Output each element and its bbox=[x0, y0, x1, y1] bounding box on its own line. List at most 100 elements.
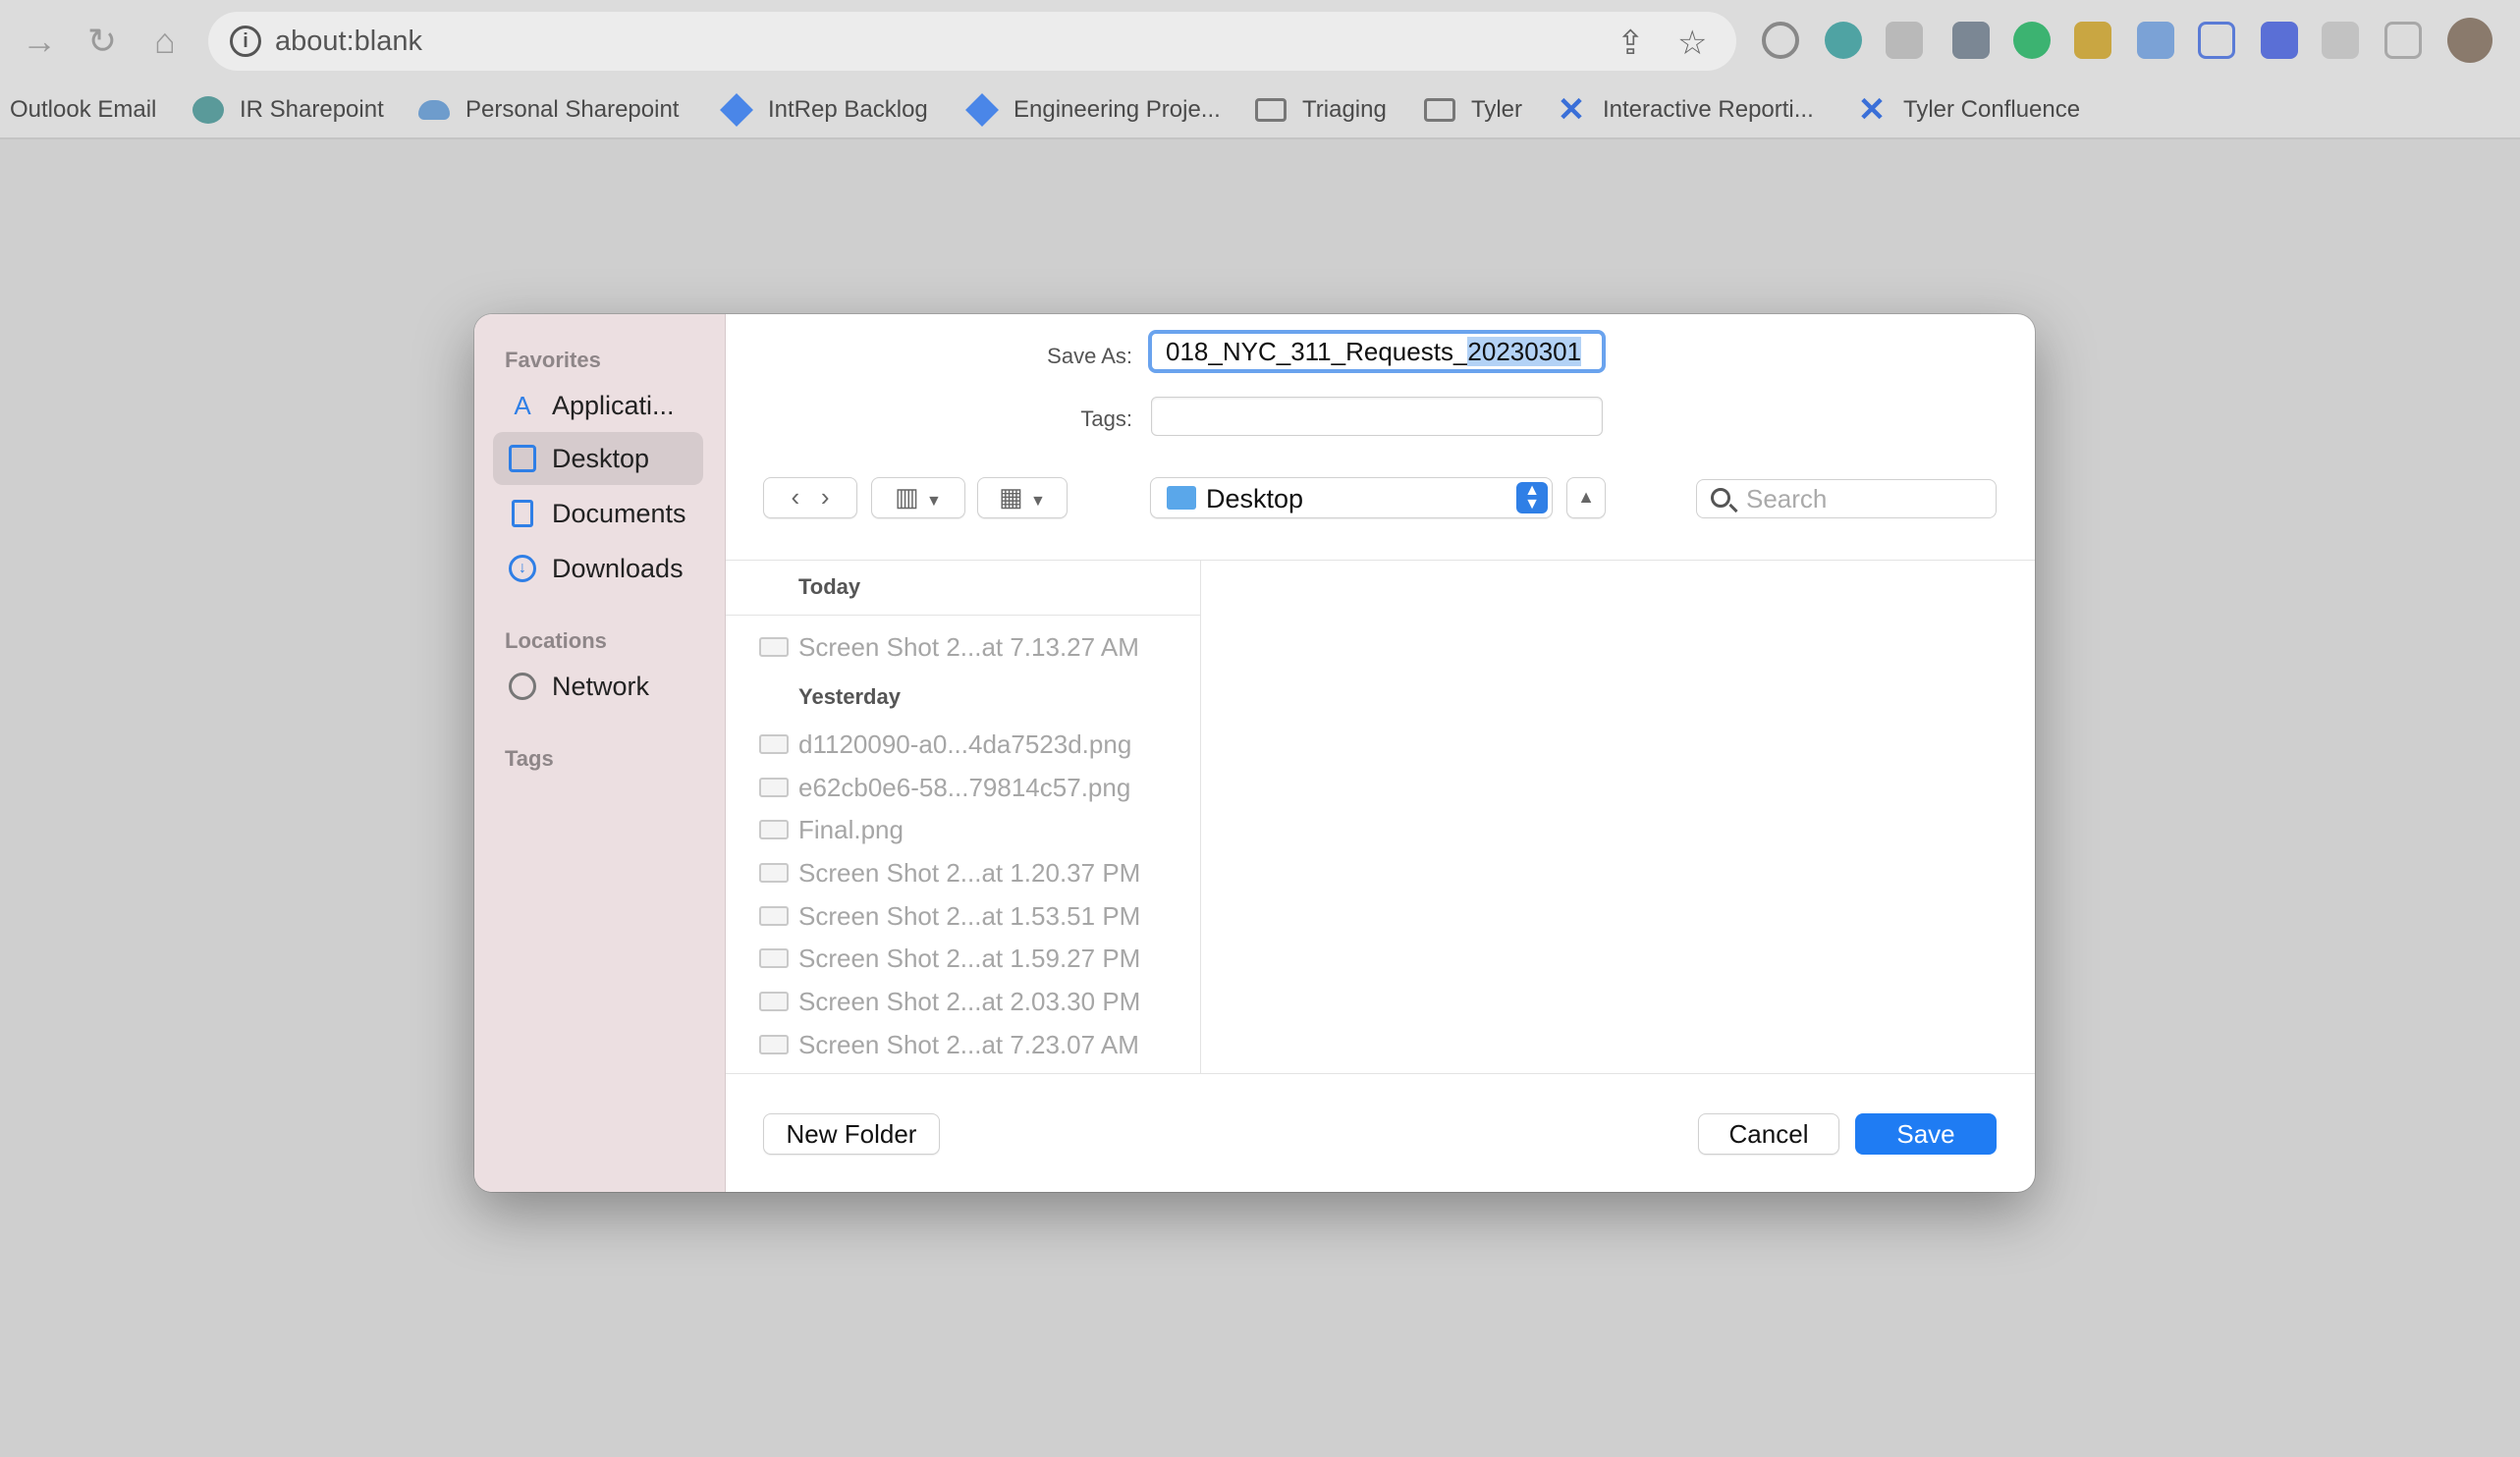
file-row[interactable]: e62cb0e6-58...79814c57.png bbox=[726, 766, 1200, 809]
bookmark-item[interactable]: Personal Sharepoint bbox=[418, 82, 679, 137]
file-row[interactable]: Final.png bbox=[726, 808, 1200, 851]
profile-avatar[interactable] bbox=[2447, 18, 2493, 63]
file-icon bbox=[759, 637, 789, 657]
file-name: Final.png bbox=[798, 814, 904, 844]
file-icon bbox=[759, 906, 789, 926]
side-panel-icon[interactable] bbox=[2384, 22, 2422, 59]
file-name: Screen Shot 2...at 1.53.51 PM bbox=[798, 900, 1141, 931]
dots-extension-icon[interactable] bbox=[2074, 22, 2111, 59]
file-icon bbox=[759, 992, 789, 1011]
document-icon bbox=[512, 500, 533, 527]
bookmark-item[interactable]: Outlook Email bbox=[10, 82, 156, 137]
locations-heading: Locations bbox=[505, 628, 607, 653]
file-name: Screen Shot 2...at 1.20.37 PM bbox=[798, 857, 1141, 888]
folder-icon bbox=[1424, 98, 1455, 122]
tags-field[interactable] bbox=[1151, 397, 1603, 436]
search-field[interactable] bbox=[1696, 479, 1997, 518]
chevron-up-icon: ▲ bbox=[1577, 487, 1595, 507]
share-icon[interactable]: ⇪ bbox=[1616, 24, 1645, 63]
view-mode-button[interactable]: ▥ ▼ bbox=[871, 477, 965, 518]
file-row[interactable]: Screen Shot 2...at 1.20.37 PM bbox=[726, 851, 1200, 894]
k-extension-icon[interactable] bbox=[1886, 22, 1923, 59]
bookmark-item[interactable]: ✕ Interactive Reporti... bbox=[1556, 82, 1814, 137]
bookmark-label: IR Sharepoint bbox=[240, 96, 384, 123]
sidebar-item-desktop[interactable]: Desktop bbox=[493, 432, 703, 485]
bookmark-label: Tyler Confluence bbox=[1903, 96, 2081, 123]
sidebar-item-documents[interactable]: Documents bbox=[493, 487, 703, 540]
bookmark-item[interactable]: IR Sharepoint bbox=[192, 82, 384, 137]
bookmark-item[interactable]: IntRep Backlog bbox=[720, 82, 928, 137]
tool-extension-icon[interactable] bbox=[1952, 22, 1990, 59]
globe-icon bbox=[509, 673, 536, 700]
back-icon[interactable]: ‹ bbox=[791, 482, 799, 512]
address-bar[interactable]: i about:blank ⇪ ☆ bbox=[208, 12, 1736, 71]
group-heading: Yesterday bbox=[798, 684, 901, 709]
dialog-sidebar: Favorites A Applicati... Desktop Documen… bbox=[474, 314, 726, 1192]
bookmark-item[interactable]: Triaging bbox=[1255, 82, 1387, 137]
sidebar-item-downloads[interactable]: ↓ Downloads bbox=[493, 542, 703, 595]
bookmark-item[interactable]: Tyler bbox=[1424, 82, 1522, 137]
bookmark-star-icon[interactable]: ☆ bbox=[1677, 24, 1707, 63]
download-icon: ↓ bbox=[509, 555, 536, 582]
up-down-chevron-icon: ▲ ▼ bbox=[1516, 482, 1548, 513]
bookmark-item[interactable]: ✕ Tyler Confluence bbox=[1856, 82, 2080, 137]
sidebar-item-network[interactable]: Network bbox=[493, 660, 703, 713]
file-name: e62cb0e6-58...79814c57.png bbox=[798, 772, 1131, 802]
sidebar-item-label: Documents bbox=[552, 498, 686, 528]
folder-icon bbox=[1167, 486, 1196, 510]
address-text: about:blank bbox=[275, 26, 422, 57]
location-popup[interactable]: Desktop ▲ ▼ bbox=[1150, 477, 1553, 518]
file-row[interactable]: Screen Shot 2...at 1.59.27 PM bbox=[726, 937, 1200, 980]
group-by-button[interactable]: ▦ ▼ bbox=[977, 477, 1068, 518]
applications-icon: A bbox=[514, 391, 531, 420]
puzzle-icon[interactable] bbox=[2322, 22, 2359, 59]
chevron-down-icon: ▼ bbox=[1029, 493, 1046, 510]
m-extension-icon[interactable] bbox=[1825, 22, 1862, 59]
docs-extension-icon[interactable] bbox=[2137, 22, 2174, 59]
reload-icon[interactable]: ↻ bbox=[79, 18, 126, 65]
new-folder-button[interactable]: New Folder bbox=[763, 1113, 940, 1155]
back-forward-buttons[interactable]: ‹ › bbox=[763, 477, 857, 518]
folder-icon bbox=[1255, 98, 1287, 122]
bookmark-item[interactable]: Engineering Proje... bbox=[965, 82, 1221, 137]
bookmark-label: Engineering Proje... bbox=[1013, 96, 1221, 123]
file-row[interactable]: d1120090-a0...4da7523d.png bbox=[726, 723, 1200, 766]
file-browser: Today Screen Shot 2...at 7.13.27 AM Yest… bbox=[726, 560, 2035, 1074]
file-name: Screen Shot 2...at 1.59.27 PM bbox=[798, 943, 1141, 973]
cancel-button[interactable]: Cancel bbox=[1698, 1113, 1839, 1155]
file-icon bbox=[759, 820, 789, 839]
file-row[interactable]: Screen Shot 2...at 1.53.51 PM bbox=[726, 894, 1200, 938]
save-button[interactable]: Save bbox=[1855, 1113, 1997, 1155]
sidebar-item-label: Downloads bbox=[552, 553, 684, 583]
file-list-column[interactable]: Today Screen Shot 2...at 7.13.27 AM Yest… bbox=[726, 561, 1201, 1073]
cloud-icon bbox=[418, 100, 450, 120]
forward-icon[interactable]: → bbox=[16, 18, 63, 65]
group-heading: Today bbox=[798, 574, 861, 599]
search-input[interactable] bbox=[1746, 484, 1982, 513]
forward-icon[interactable]: › bbox=[821, 482, 830, 512]
file-icon bbox=[759, 734, 789, 754]
triangle-extension-icon[interactable] bbox=[2198, 22, 2235, 59]
columns-icon: ▥ bbox=[895, 482, 919, 512]
sidebar-item-label: Applicati... bbox=[552, 390, 675, 420]
file-row[interactable]: Screen Shot 2...at 7.13.27 AM bbox=[726, 625, 1200, 669]
file-row[interactable]: Screen Shot 2...at 7.23.07 AM bbox=[726, 1023, 1200, 1066]
tags-heading: Tags bbox=[505, 746, 554, 771]
jira-extension-icon[interactable] bbox=[2261, 22, 2298, 59]
confluence-icon: ✕ bbox=[1857, 91, 1887, 129]
grammarly-icon[interactable] bbox=[2013, 22, 2051, 59]
file-name: Screen Shot 2...at 7.13.27 AM bbox=[798, 631, 1139, 662]
bookmark-label: Tyler bbox=[1471, 96, 1523, 123]
sidebar-item-applications[interactable]: A Applicati... bbox=[493, 379, 703, 432]
sidebar-item-label: Network bbox=[552, 671, 650, 701]
save-as-selected-text: 20230301 bbox=[1467, 337, 1582, 366]
todo-extension-icon[interactable] bbox=[1762, 22, 1799, 59]
site-info-icon[interactable]: i bbox=[230, 26, 261, 57]
collapse-button[interactable]: ▲ bbox=[1566, 477, 1606, 518]
diamond-icon bbox=[965, 93, 999, 127]
file-row[interactable]: Screen Shot 2...at 2.03.30 PM bbox=[726, 980, 1200, 1023]
confluence-icon: ✕ bbox=[1557, 91, 1586, 129]
preview-column[interactable] bbox=[1202, 561, 2035, 1073]
save-as-field[interactable]: 018_NYC_311_Requests_20230301 bbox=[1148, 330, 1606, 373]
home-icon[interactable]: ⌂ bbox=[141, 18, 189, 65]
